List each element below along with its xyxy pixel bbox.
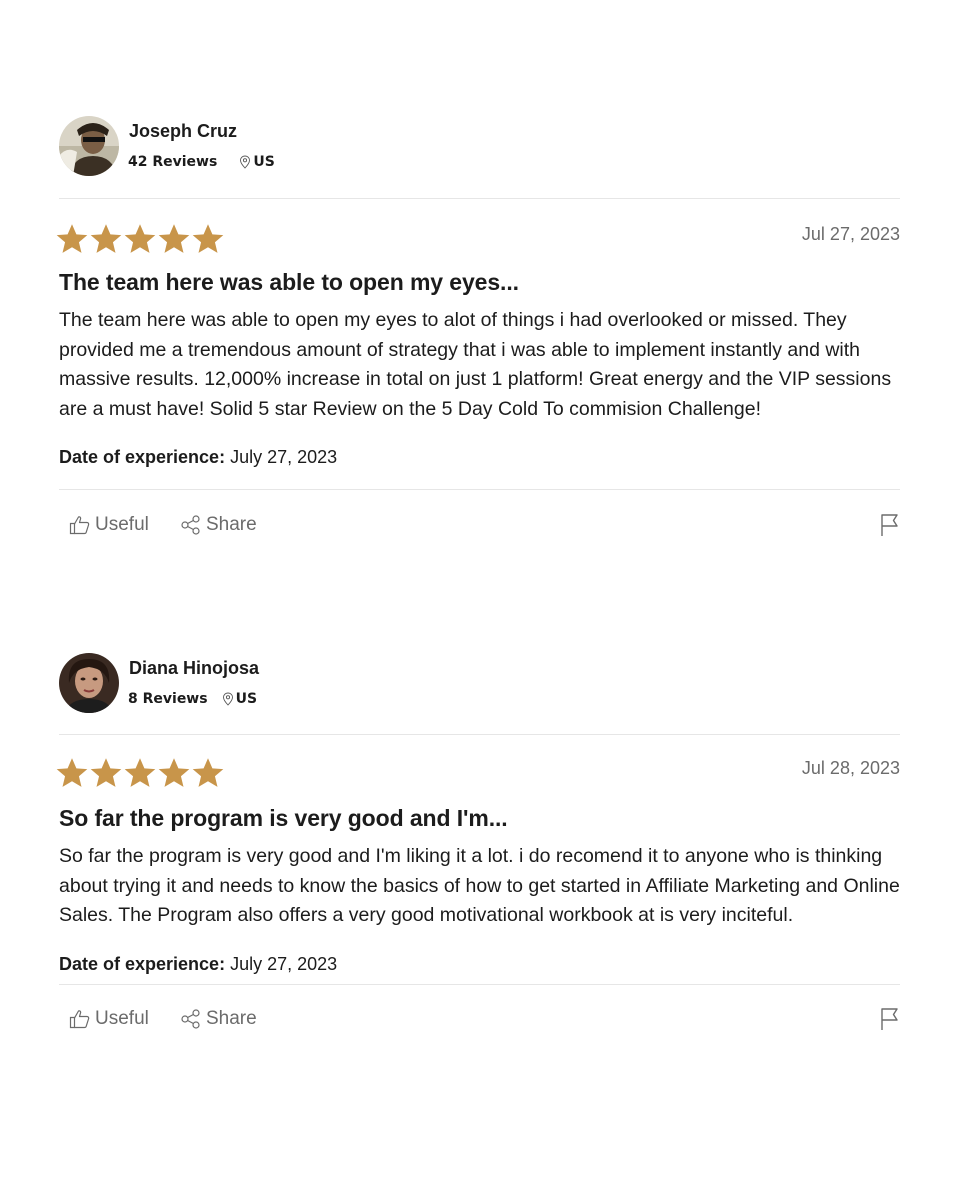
star-icon <box>158 224 190 253</box>
star-icon <box>124 224 156 253</box>
star-icon <box>124 758 156 787</box>
date-of-experience: Date of experience: July 27, 2023 <box>59 447 900 468</box>
star-rating <box>55 222 225 256</box>
review-date: Jul 27, 2023 <box>801 224 900 244</box>
star-icon <box>192 758 224 787</box>
review-title[interactable]: The team here was able to open my eyes..… <box>59 267 900 297</box>
review-actions: Useful Share <box>59 985 900 1055</box>
location-pin-icon <box>240 155 251 169</box>
location-text: US <box>253 154 275 170</box>
reviews-count: 8 Reviews <box>128 691 208 707</box>
divider <box>59 198 900 199</box>
reviewer-location: US <box>239 154 275 170</box>
reviews-count: 42 Reviews <box>128 154 218 170</box>
rating-row: Jul 27, 2023 <box>56 219 900 263</box>
useful-label: Useful <box>95 1007 149 1029</box>
experience-label: Date of experience: <box>59 953 226 974</box>
reviewer-header: Diana Hinojosa 8 Reviews US <box>59 653 900 713</box>
flag-icon[interactable] <box>880 1007 900 1031</box>
share-button[interactable]: Share <box>180 514 257 536</box>
flag-icon[interactable] <box>880 513 900 537</box>
review-body: The team here was able to open my eyes t… <box>59 309 892 420</box>
location-pin-icon <box>222 692 233 706</box>
star-icon <box>90 224 122 253</box>
star-icon <box>192 224 224 253</box>
reviewer-meta: 42 Reviews US <box>128 154 275 170</box>
rating-row: Jul 28, 2023 <box>56 753 900 797</box>
review-date: Jul 28, 2023 <box>801 758 900 778</box>
useful-label: Useful <box>95 514 149 536</box>
share-label: Share <box>206 1007 257 1029</box>
review-title[interactable]: So far the program is very good and I'm.… <box>59 803 900 833</box>
share-icon <box>181 515 200 535</box>
star-icon <box>158 758 190 787</box>
reviewer-name[interactable]: Diana Hinojosa <box>129 658 259 679</box>
review-actions: Useful Share <box>59 490 900 560</box>
divider <box>59 734 900 735</box>
thumbs-up-icon <box>69 1010 90 1028</box>
review-card: Diana Hinojosa 8 Reviews US Jul 28, 2023… <box>56 653 900 1055</box>
experience-date: July 27, 2023 <box>230 953 338 974</box>
reviewer-meta: 8 Reviews US <box>128 691 257 707</box>
useful-button[interactable]: Useful <box>69 514 149 536</box>
reviewer-header: Joseph Cruz 42 Reviews US <box>59 116 900 176</box>
date-of-experience: Date of experience: July 27, 2023 <box>59 954 900 975</box>
share-icon <box>181 1009 200 1029</box>
share-button[interactable]: Share <box>180 1008 257 1030</box>
review-body: So far the program is very good and I'm … <box>59 845 900 927</box>
star-rating <box>55 756 225 790</box>
reviewer-name[interactable]: Joseph Cruz <box>129 121 237 142</box>
thumbs-up-icon <box>69 516 90 535</box>
reviewer-location: US <box>222 691 257 707</box>
star-icon <box>56 758 88 787</box>
share-label: Share <box>206 514 257 536</box>
experience-label: Date of experience: <box>59 447 226 468</box>
star-icon <box>56 224 88 253</box>
location-text: US <box>235 691 258 707</box>
avatar[interactable] <box>59 653 119 713</box>
experience-date: July 27, 2023 <box>230 447 338 468</box>
useful-button[interactable]: Useful <box>69 1008 149 1030</box>
avatar[interactable] <box>59 116 119 176</box>
star-icon <box>90 758 122 787</box>
review-card: Joseph Cruz 42 Reviews US Jul 27, 2023 T… <box>56 116 900 560</box>
